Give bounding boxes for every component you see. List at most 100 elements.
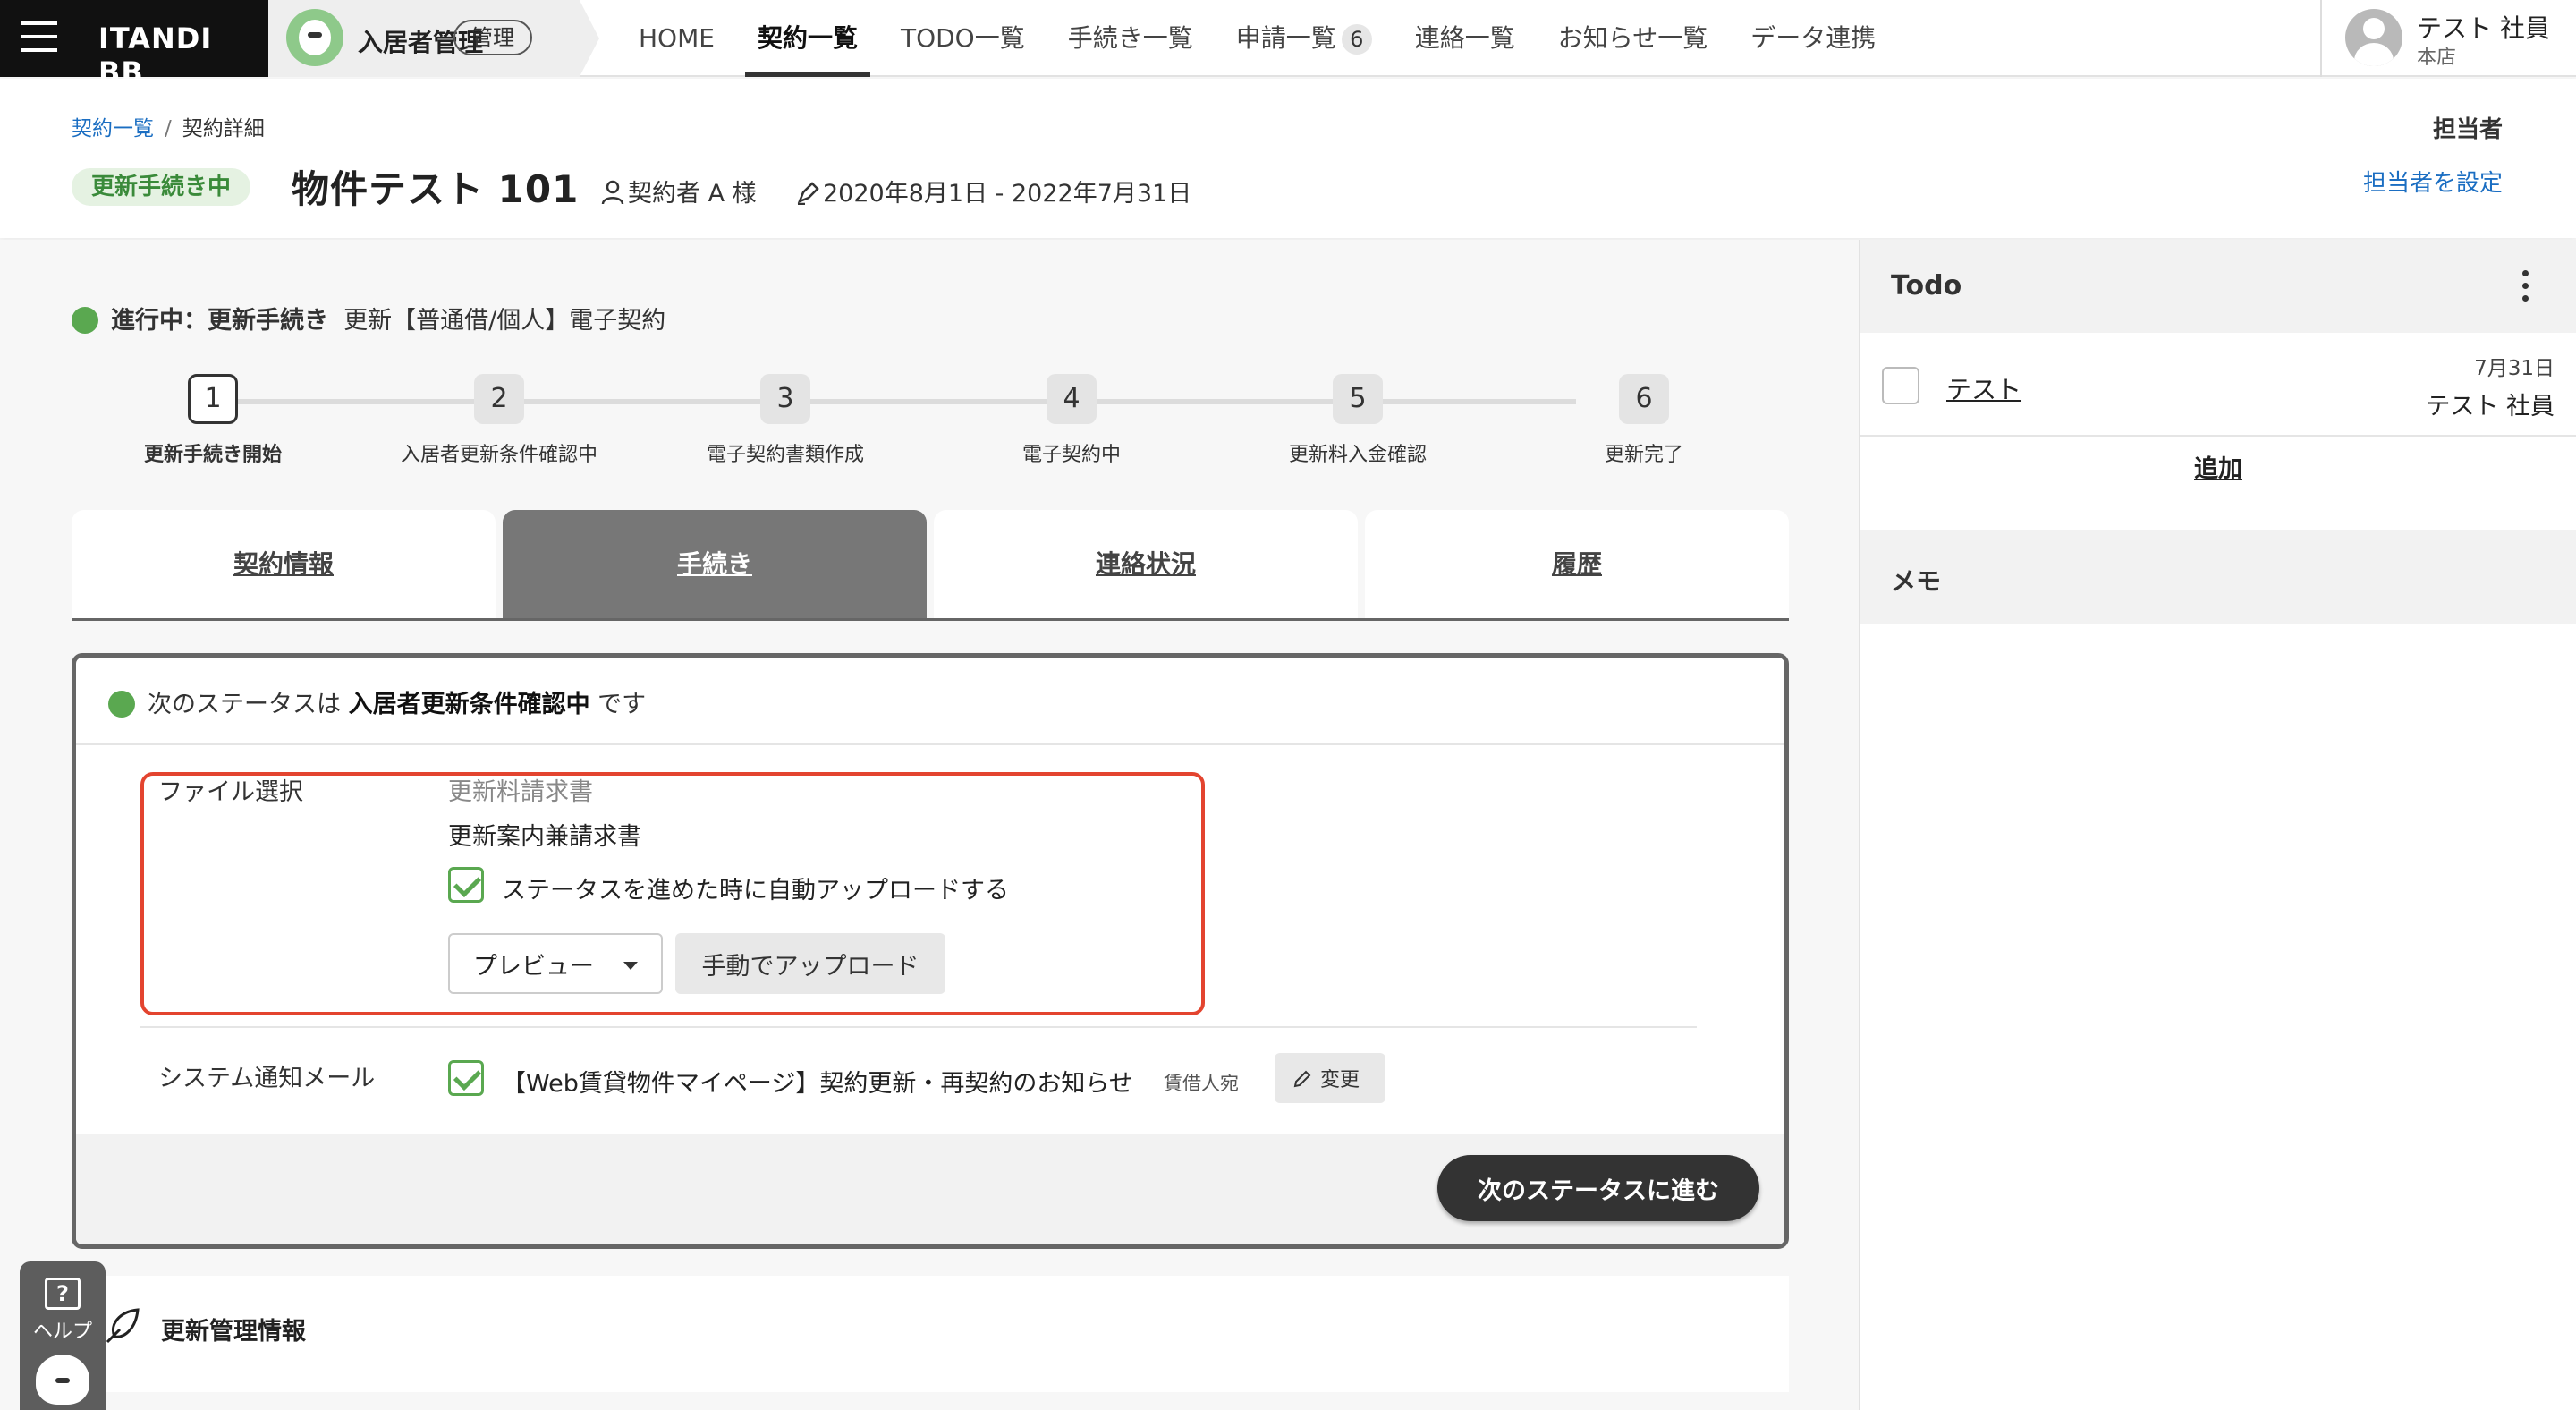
preview-label: プレビュー	[473, 952, 594, 981]
contract-tabs: 契約情報 手続き 連絡状況 履歴	[72, 510, 1789, 621]
step-number: 5	[1333, 374, 1383, 424]
progress-detail: 更新【普通借/個人】電子契約	[343, 307, 666, 335]
nav-data-integration[interactable]: データ連携	[1729, 0, 1897, 77]
tab-history[interactable]: 履歴	[1365, 510, 1789, 618]
app-role-badge: 管理	[453, 20, 532, 55]
nav-applications[interactable]: 申請一覧 6	[1215, 0, 1394, 77]
panel-header: 次のステータスは 入居者更新条件確認中 です	[76, 658, 1784, 745]
todo-header: Todo	[1860, 240, 2576, 333]
user-name: テスト 社員	[2417, 13, 2550, 43]
kebab-menu-icon[interactable]	[2522, 270, 2529, 302]
hamburger-menu-icon[interactable]	[21, 21, 57, 54]
top-nav-bar: ITANDI BB 入居者管理 管理 HOME 契約一覧 TODO一覧 手続き一…	[0, 0, 2576, 89]
next-status-text: 次のステータスは 入居者更新条件確認中 です	[108, 684, 646, 719]
step-label: 更新料入金確認	[1288, 444, 1427, 466]
auto-upload-checkbox[interactable]	[448, 867, 484, 903]
system-mail-checkbox[interactable]	[448, 1060, 484, 1096]
user-menu[interactable]: テスト 社員 本店	[2320, 0, 2576, 77]
set-assignee-link[interactable]: 担当者を設定	[2363, 165, 2503, 198]
step-3: 3 電子契約書類作成	[678, 370, 893, 467]
nav-home[interactable]: HOME	[617, 0, 736, 77]
mail-recipient: 賃借人宛	[1164, 1073, 1239, 1094]
todo-item-link[interactable]: テスト	[1946, 370, 2021, 406]
procedure-panel: 次のステータスは 入居者更新条件確認中 です ファイル選択 更新料請求書 更新案…	[72, 653, 1789, 1249]
breadcrumb-separator: /	[165, 117, 172, 140]
bear-logo-icon	[286, 9, 343, 66]
step-number: 3	[760, 374, 810, 424]
todo-checkbox[interactable]	[1882, 367, 1919, 404]
caret-down-icon	[623, 962, 638, 970]
tenant-name: 契約者 A 様	[628, 180, 757, 208]
manual-upload-button[interactable]: 手動でアップロード	[675, 933, 945, 994]
todo-title: Todo	[1891, 270, 1962, 302]
todo-owner: テスト 社員	[2426, 393, 2555, 420]
tab-procedures[interactable]: 手続き	[503, 510, 927, 618]
help-widget[interactable]: ? ヘルプ	[20, 1261, 106, 1410]
breadcrumb-current: 契約詳細	[182, 117, 265, 140]
step-1: 1 更新手続き開始	[106, 370, 320, 467]
todo-item: テスト 7月31日 テスト 社員	[1860, 333, 2576, 437]
change-label: 変更	[1319, 1069, 1360, 1091]
change-mail-button[interactable]: 変更	[1275, 1053, 1385, 1103]
memo-title: メモ	[1891, 566, 1942, 596]
tenant-info: 契約者 A 様	[601, 174, 757, 208]
step-number: 4	[1046, 374, 1097, 424]
nav-procedures[interactable]: 手続き一覧	[1046, 0, 1215, 77]
todo-due-date: 7月31日	[2474, 357, 2555, 380]
step-4: 4 電子契約中	[964, 370, 1179, 467]
preview-dropdown-button[interactable]: プレビュー	[448, 933, 663, 994]
renewal-info-section[interactable]: 更新管理情報	[72, 1276, 1789, 1392]
renewal-info-title: 更新管理情報	[161, 1318, 306, 1346]
nav-contacts[interactable]: 連絡一覧	[1394, 0, 1537, 77]
person-icon	[601, 180, 624, 205]
step-label: 電子契約中	[1021, 444, 1121, 466]
right-sidebar: Todo テスト 7月31日 テスト 社員 追加 メモ	[1859, 240, 2576, 1410]
nav-notices[interactable]: お知らせ一覧	[1537, 0, 1729, 77]
step-number: 2	[474, 374, 524, 424]
memo-header: メモ	[1860, 530, 2576, 624]
next-status-name: 入居者更新条件確認中	[348, 691, 590, 718]
step-number: 6	[1619, 374, 1669, 424]
nav-contracts[interactable]: 契約一覧	[736, 0, 879, 77]
next-status-prefix: 次のステータスは	[148, 691, 349, 718]
nav-todo[interactable]: TODO一覧	[879, 0, 1046, 77]
help-label: ヘルプ	[32, 1321, 92, 1343]
file-old-name: 更新料請求書	[448, 778, 593, 806]
breadcrumb: 契約一覧 / 契約詳細	[72, 111, 265, 141]
file-select-label: ファイル選択	[158, 778, 303, 806]
step-6: 6 更新完了	[1537, 370, 1751, 467]
status-stepper: 1 更新手続き開始 2 入居者更新条件確認中 3 電子契約書類作成 4 電子契約中 5 更…	[72, 370, 1717, 469]
help-question-icon: ?	[45, 1278, 80, 1310]
step-number: 1	[188, 374, 238, 424]
property-title: 物件テスト 101	[292, 167, 580, 211]
pen-icon	[797, 182, 819, 206]
brand-area: ITANDI BB	[0, 0, 268, 89]
step-label: 入居者更新条件確認中	[400, 444, 597, 466]
bear-mascot-icon	[36, 1355, 89, 1405]
status-dot-icon	[72, 307, 98, 334]
next-status-button[interactable]: 次のステータスに進む	[1437, 1155, 1759, 1221]
add-todo-link[interactable]: 追加	[1860, 449, 2576, 484]
progress-status: 進行中：更新手続き 更新【普通借/個人】電子契約	[72, 301, 665, 336]
mail-subject: 【Web賃貸物件マイページ】契約更新・再契約のお知らせ	[502, 1070, 1133, 1098]
tab-contact-status[interactable]: 連絡状況	[934, 510, 1358, 618]
next-status-suffix: です	[589, 691, 647, 718]
panel-footer: 次のステータスに進む	[76, 1134, 1784, 1244]
contract-header: 契約一覧 / 契約詳細 更新手続き中 物件テスト 101 契約者 A 様 2020年…	[0, 79, 2576, 238]
status-dot-icon	[108, 691, 135, 718]
tab-contract-info[interactable]: 契約情報	[72, 510, 496, 618]
step-label: 更新手続き開始	[143, 444, 282, 466]
feather-icon	[106, 1308, 140, 1344]
applications-count-badge: 6	[1341, 24, 1372, 55]
system-mail-label: システム通知メール	[158, 1065, 376, 1092]
breadcrumb-contract-list-link[interactable]: 契約一覧	[72, 117, 154, 140]
progress-prefix: 進行中：更新手続き	[111, 307, 328, 335]
app-switcher[interactable]: 入居者管理 管理	[268, 0, 599, 77]
main-content: 進行中：更新手続き 更新【普通借/個人】電子契約 1 更新手続き開始 2 入居者更新…	[0, 240, 1859, 1410]
file-new-name: 更新案内兼請求書	[448, 823, 641, 851]
pencil-icon	[1293, 1070, 1311, 1088]
auto-upload-label: ステータスを進めた時に自動アップロードする	[502, 877, 1009, 905]
main-nav: HOME 契約一覧 TODO一覧 手続き一覧 申請一覧 6 連絡一覧 お知らせ一覧…	[617, 0, 1897, 77]
contract-period-text: 2020年8月1日 - 2022年7月31日	[823, 180, 1192, 208]
user-branch: 本店	[2417, 47, 2457, 69]
